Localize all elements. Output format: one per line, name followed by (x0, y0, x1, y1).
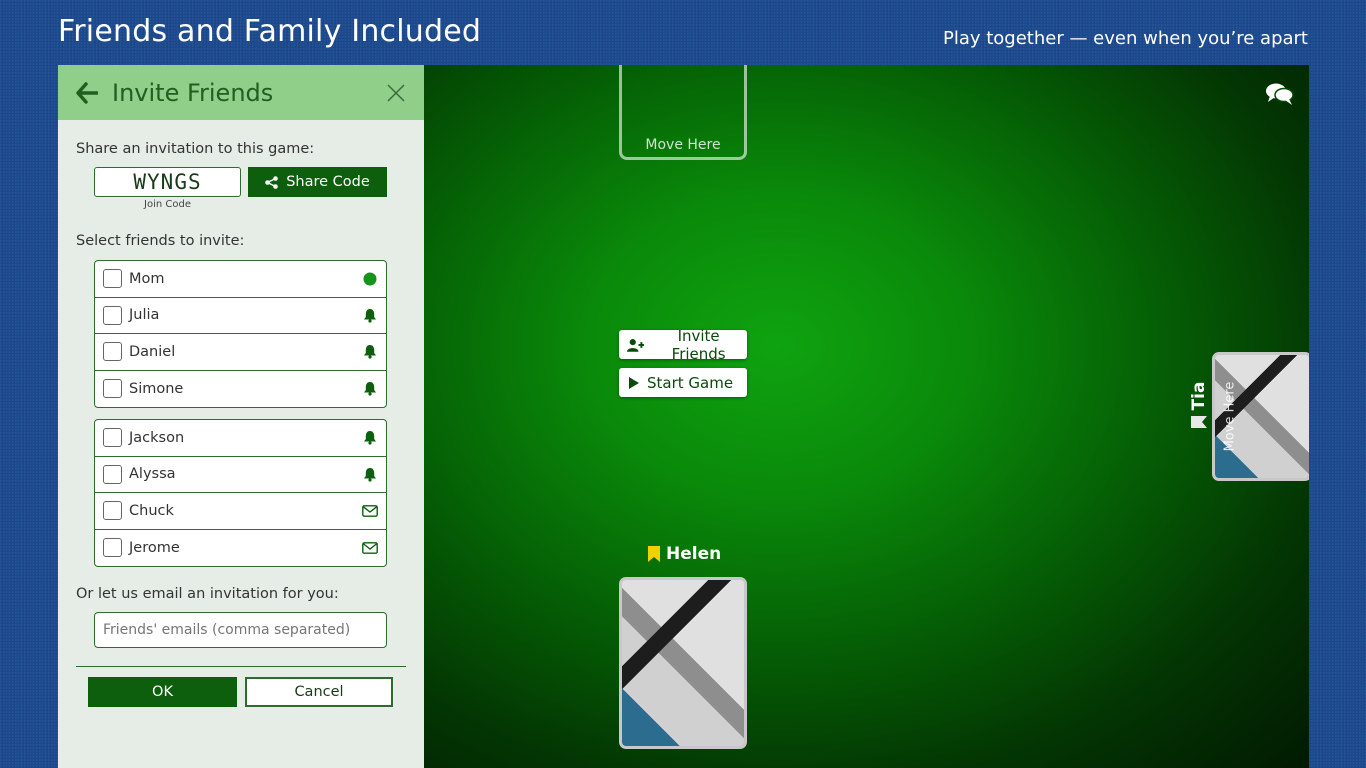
share-icon (265, 175, 279, 189)
card-slot-top[interactable]: Move Here (619, 65, 747, 160)
friend-checkbox[interactable] (103, 342, 122, 362)
online-dot-icon (362, 271, 378, 287)
friend-checkbox[interactable] (103, 501, 122, 521)
invite-panel: Invite Friends Share an invitation to th… (58, 65, 424, 768)
friend-checkbox[interactable] (103, 379, 122, 399)
friend-name: Alyssa (129, 466, 176, 483)
start-game-button[interactable]: Start Game (619, 368, 747, 397)
invite-friends-label: Invite Friends (671, 326, 726, 363)
friend-row[interactable]: Mom (95, 261, 386, 298)
add-user-icon (627, 338, 645, 352)
bell-icon (362, 430, 378, 446)
banner-tagline: Play together — even when you’re apart (942, 28, 1308, 49)
card-slot-right[interactable]: Move Here (1215, 355, 1245, 478)
chat-icon[interactable] (1265, 81, 1295, 107)
card-back-helen[interactable] (619, 577, 747, 749)
friend-checkbox[interactable] (103, 269, 122, 289)
envelope-icon (362, 503, 378, 519)
friend-name: Daniel (129, 343, 176, 360)
move-here-label: Move Here (645, 137, 721, 153)
close-icon[interactable] (386, 83, 406, 103)
friend-row[interactable]: Daniel (95, 334, 386, 371)
banner-title: Friends and Family Included (58, 14, 482, 49)
invite-friends-button[interactable]: Invite Friends (619, 327, 747, 363)
panel-title: Invite Friends (112, 78, 274, 107)
friend-checkbox[interactable] (103, 538, 122, 558)
friend-name: Mom (129, 270, 165, 287)
player-name: Helen (666, 544, 722, 564)
join-code-caption: Join Code (144, 199, 191, 210)
bell-icon (362, 466, 378, 482)
friend-name: Simone (129, 380, 184, 397)
select-friends-label: Select friends to invite: (76, 233, 245, 249)
join-code-field[interactable]: WYNGS (94, 167, 241, 197)
friend-row[interactable]: Chuck (95, 493, 386, 530)
bell-icon (362, 381, 378, 397)
friend-name: Julia (129, 307, 160, 324)
friend-row[interactable]: Jackson (95, 420, 386, 457)
bell-icon (362, 307, 378, 323)
cancel-button[interactable]: Cancel (245, 677, 393, 707)
friend-checkbox[interactable] (103, 305, 122, 325)
friend-row[interactable]: Jerome (95, 530, 386, 567)
move-here-label: Move Here (1222, 381, 1238, 452)
share-code-label: Share Code (286, 174, 370, 190)
player-name: Tia (1189, 381, 1209, 411)
share-label: Share an invitation to this game: (76, 141, 315, 157)
friend-group: Mom Julia Daniel Simone (94, 260, 387, 408)
game-table: Move Here Invite Friends Start Game Hele… (424, 65, 1309, 768)
emails-input[interactable] (94, 612, 387, 648)
start-game-label: Start Game (647, 373, 734, 392)
friend-row[interactable]: Julia (95, 298, 386, 334)
friend-name: Jerome (129, 539, 180, 556)
bookmark-icon (648, 546, 660, 562)
divider (76, 666, 406, 667)
bookmark-icon (1191, 416, 1207, 429)
panel-header: Invite Friends (58, 65, 424, 120)
friend-checkbox[interactable] (103, 464, 122, 484)
friend-row[interactable]: Simone (95, 371, 386, 408)
back-arrow-icon[interactable] (76, 81, 98, 104)
player-label-helen: Helen (648, 544, 721, 564)
friend-row[interactable]: Alyssa (95, 457, 386, 493)
share-code-button[interactable]: Share Code (248, 167, 387, 197)
friend-name: Chuck (129, 502, 174, 519)
play-icon (629, 376, 639, 389)
player-label-tia: Tia (1189, 370, 1209, 440)
envelope-icon (362, 540, 378, 556)
friend-name: Jackson (129, 429, 185, 446)
friend-checkbox[interactable] (103, 428, 122, 448)
email-label: Or let us email an invitation for you: (76, 586, 339, 602)
ok-button[interactable]: OK (88, 677, 237, 707)
bell-icon (362, 344, 378, 360)
friend-group: Jackson Alyssa Chuck Jerome (94, 419, 387, 567)
